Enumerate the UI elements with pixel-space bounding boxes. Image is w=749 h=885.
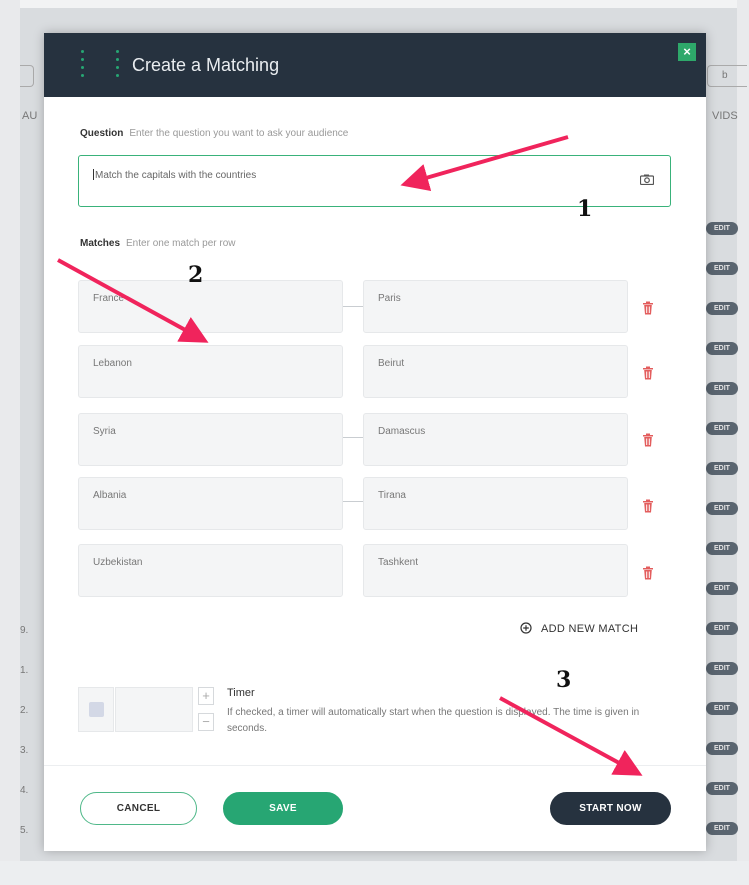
match-right-value: Beirut — [378, 358, 405, 369]
drag-handle-icon[interactable] — [116, 50, 120, 80]
background-edit-pill: EDIT — [706, 702, 738, 715]
match-left-value: Albania — [93, 490, 127, 501]
match-connector — [343, 437, 365, 438]
add-new-match-label: ADD NEW MATCH — [541, 623, 639, 635]
question-hint: Enter the question you want to ask your … — [129, 128, 349, 139]
background-edit-pill: EDIT — [706, 382, 738, 395]
timer-checkbox[interactable] — [89, 702, 104, 717]
background-edit-pill: EDIT — [706, 502, 738, 515]
match-connector — [343, 306, 365, 307]
match-left-value: Syria — [93, 426, 116, 437]
background-edit-pill: EDIT — [706, 542, 738, 555]
timer-decrement-button[interactable]: − — [198, 713, 214, 731]
trash-icon[interactable] — [642, 499, 654, 513]
modal-title: Create a Matching — [132, 55, 280, 75]
matches-hint: Enter one match per row — [126, 238, 236, 249]
question-input-value: Match the capitals with the countries — [95, 170, 257, 181]
background-edit-pill: EDIT — [706, 222, 738, 235]
match-left-value: Uzbekistan — [93, 557, 143, 568]
modal-header[interactable]: Create a Matching × — [44, 33, 706, 97]
match-left-input[interactable]: Albania — [78, 477, 343, 530]
match-right-input[interactable]: Tirana — [363, 477, 628, 530]
add-new-match-button[interactable]: ADD NEW MATCH — [520, 622, 638, 635]
background-edit-pill: EDIT — [706, 782, 738, 795]
background-top-bar — [0, 0, 749, 8]
background-input-right: b — [707, 65, 747, 87]
background-row-number: 5. — [20, 825, 29, 836]
background-bottom-strip — [0, 861, 749, 885]
match-left-value: Lebanon — [93, 358, 132, 369]
matches-label: Matches — [80, 238, 121, 249]
match-right-input[interactable]: Paris — [363, 280, 628, 333]
background-edit-pill: EDIT — [706, 462, 738, 475]
match-right-input[interactable]: Damascus — [363, 413, 628, 466]
background-row-number: 1. — [20, 665, 29, 676]
matches-label-row: Matches Enter one match per row — [80, 238, 236, 249]
trash-icon[interactable] — [642, 301, 654, 315]
cancel-button[interactable]: CANCEL — [80, 792, 197, 825]
background-column-label-right: VIDS — [712, 110, 738, 122]
match-left-input[interactable]: Syria — [78, 413, 343, 466]
background-edit-pill: EDIT — [706, 662, 738, 675]
drag-handle-icon[interactable] — [81, 50, 85, 80]
trash-icon[interactable] — [642, 366, 654, 380]
question-label: Question — [80, 128, 124, 139]
background-edit-pill: EDIT — [706, 302, 738, 315]
background-column-label-left: AU — [22, 110, 38, 122]
match-left-input[interactable]: Uzbekistan — [78, 544, 343, 597]
add-circle-icon — [520, 622, 532, 634]
match-right-value: Damascus — [378, 426, 426, 437]
question-label-row: Question Enter the question you want to a… — [80, 128, 348, 139]
background-row-number: 3. — [20, 745, 29, 756]
footer-divider — [44, 765, 706, 766]
background-edit-pill: EDIT — [706, 582, 738, 595]
match-right-input[interactable]: Tashkent — [363, 544, 628, 597]
background-row-number: 4. — [20, 785, 29, 796]
match-right-value: Tirana — [378, 490, 406, 501]
start-now-button[interactable]: START NOW — [550, 792, 671, 825]
close-button[interactable]: × — [678, 43, 696, 61]
match-right-value: Tashkent — [378, 557, 419, 568]
background-edit-pill: EDIT — [706, 342, 738, 355]
save-button[interactable]: SAVE — [223, 792, 343, 825]
background-edit-pill: EDIT — [706, 822, 738, 835]
background-input-left — [20, 65, 34, 87]
match-left-value: France — [93, 293, 125, 304]
match-right-value: Paris — [378, 293, 401, 304]
background-left-strip — [0, 0, 20, 885]
background-row-number: 2. — [20, 705, 29, 716]
create-matching-modal: Create a Matching × Question Enter the qu… — [44, 33, 706, 851]
background-edit-pill: EDIT — [706, 622, 738, 635]
timer-checkbox-container — [78, 687, 114, 732]
timer-description: If checked, a timer will automatically s… — [227, 707, 640, 734]
background-right-strip — [737, 0, 749, 885]
annotation-label-1: 1 — [577, 196, 593, 222]
background-row-number: 9. — [20, 625, 29, 636]
background-edit-pill: EDIT — [706, 742, 738, 755]
trash-icon[interactable] — [642, 433, 654, 447]
background-edit-pill: EDIT — [706, 262, 738, 275]
background-edit-pill: EDIT — [706, 422, 738, 435]
annotation-label-3: 3 — [556, 667, 572, 693]
timer-seconds-input[interactable] — [115, 687, 193, 732]
camera-icon[interactable] — [640, 174, 654, 185]
match-right-input[interactable]: Beirut — [363, 345, 628, 398]
timer-increment-button[interactable]: + — [198, 687, 214, 705]
match-left-input[interactable]: France — [78, 280, 343, 333]
annotation-label-2: 2 — [188, 262, 204, 288]
timer-label: Timer — [227, 687, 255, 699]
trash-icon[interactable] — [642, 566, 654, 580]
match-connector — [343, 501, 365, 502]
match-left-input[interactable]: Lebanon — [78, 345, 343, 398]
